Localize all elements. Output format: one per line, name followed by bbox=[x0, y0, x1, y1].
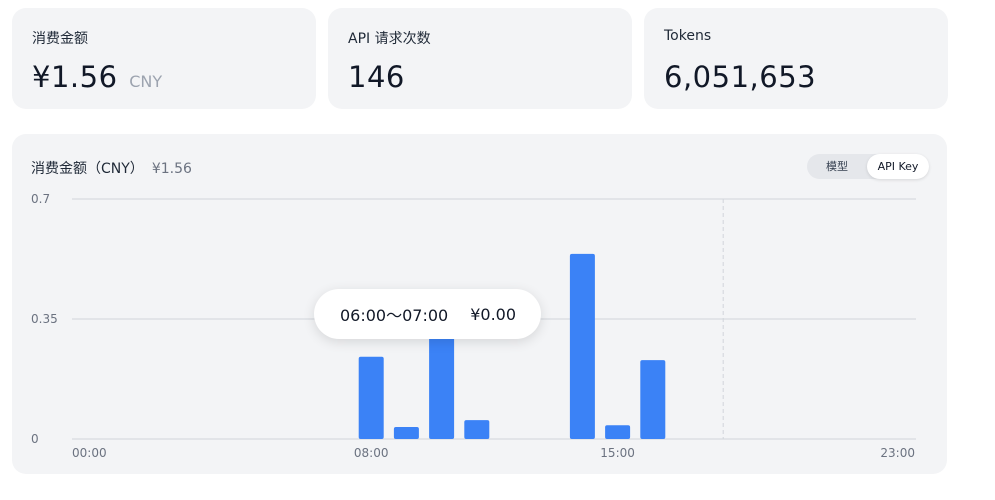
x-tick-label: 00:00 bbox=[72, 446, 107, 460]
stat-card-requests: API 请求次数 146 bbox=[328, 8, 632, 109]
stat-value: 6,051,653 bbox=[664, 60, 817, 94]
bar[interactable] bbox=[464, 420, 490, 439]
bar[interactable] bbox=[429, 325, 455, 439]
x-tick-label: 08:00 bbox=[354, 446, 389, 460]
bar[interactable] bbox=[605, 425, 631, 439]
bar[interactable] bbox=[640, 360, 666, 439]
tooltip-range: 06:00～07:00 bbox=[340, 306, 449, 325]
stat-amount: ¥1.56 bbox=[32, 60, 118, 94]
tooltip-value: ¥0.00 bbox=[470, 304, 517, 324]
bar[interactable] bbox=[569, 253, 595, 439]
x-tick-label: 23:00 bbox=[880, 446, 915, 460]
stat-card-cost: 消费金额 ¥1.56 CNY bbox=[12, 8, 316, 109]
y-tick-label: 0.7 bbox=[31, 192, 50, 206]
stat-value: 146 bbox=[348, 60, 405, 94]
stat-unit: CNY bbox=[129, 72, 163, 91]
y-tick-label: 0 bbox=[31, 432, 39, 446]
chart-tooltip: 06:00～07:00 ¥0.00 bbox=[314, 289, 541, 339]
bar[interactable] bbox=[358, 356, 384, 439]
chart-card: 消费金额（CNY） ¥1.56 模型 API Key 0.7 0.35 0 00:00 0… bbox=[12, 134, 947, 474]
stat-card-tokens: Tokens 6,051,653 bbox=[644, 8, 948, 109]
y-tick-label: 0.35 bbox=[31, 312, 58, 326]
stat-value: ¥1.56 CNY bbox=[32, 60, 162, 94]
bar[interactable] bbox=[393, 427, 419, 439]
stat-label: Tokens bbox=[664, 28, 712, 44]
stat-label: 消费金额 bbox=[32, 31, 88, 47]
x-tick-label: 15:00 bbox=[600, 446, 635, 460]
stat-label: API 请求次数 bbox=[348, 31, 431, 47]
